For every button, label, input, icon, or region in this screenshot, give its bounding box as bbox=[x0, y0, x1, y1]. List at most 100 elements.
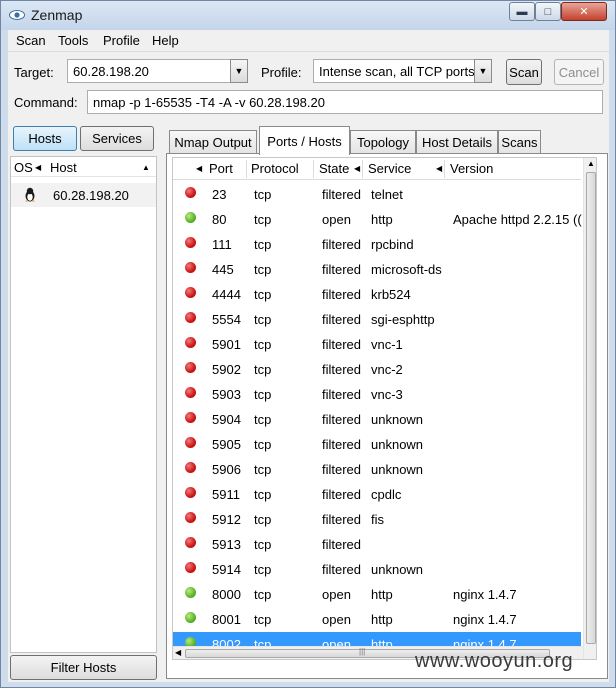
port-row[interactable]: 5911 tcp filtered cpdlc bbox=[173, 482, 581, 507]
command-label: Command: bbox=[14, 95, 78, 110]
filtered-status-icon bbox=[185, 462, 196, 473]
port-cell: 8000 bbox=[212, 587, 241, 602]
tab-scans[interactable]: Scans bbox=[498, 130, 541, 154]
port-column-header[interactable]: Port bbox=[209, 161, 233, 176]
column-divider bbox=[444, 160, 445, 178]
service-cell: vnc-1 bbox=[371, 337, 403, 352]
protocol-cell: tcp bbox=[254, 312, 272, 327]
port-row[interactable]: 80 tcp open http Apache httpd 2.2.15 (( bbox=[173, 207, 582, 232]
tab-nmap-output[interactable]: Nmap Output bbox=[169, 130, 257, 154]
version-cell: Apache httpd 2.2.15 (( bbox=[453, 212, 582, 227]
tab-ports-hosts[interactable]: Ports / Hosts bbox=[259, 126, 350, 155]
port-row[interactable]: 5913 tcp filtered bbox=[173, 532, 581, 557]
scroll-up-arrow-icon[interactable]: ▲ bbox=[587, 159, 595, 168]
filtered-status-icon bbox=[185, 512, 196, 523]
state-cell: filtered bbox=[322, 562, 362, 577]
protocol-cell: tcp bbox=[254, 412, 272, 427]
port-row[interactable]: 111 tcp filtered rpcbind bbox=[173, 232, 581, 257]
service-cell: http bbox=[371, 612, 393, 627]
protocol-cell: tcp bbox=[254, 337, 272, 352]
scroll-left-arrow-icon[interactable]: ◀ bbox=[175, 648, 181, 657]
state-cell: filtered bbox=[322, 362, 362, 377]
zenmap-window: Zenmap ▬ □ ✕ Scan Tools Profile Help Tar… bbox=[0, 0, 616, 688]
service-cell: microsoft-ds bbox=[371, 262, 442, 277]
host-list-item[interactable]: 60.28.198.20 bbox=[11, 183, 156, 207]
hosts-toggle-button[interactable]: Hosts bbox=[13, 126, 77, 151]
port-row[interactable]: 445 tcp filtered microsoft-ds bbox=[173, 257, 581, 282]
state-cell: filtered bbox=[322, 312, 362, 327]
menu-bar: Scan Tools Profile Help bbox=[8, 30, 609, 52]
filter-hosts-button[interactable]: Filter Hosts bbox=[10, 655, 157, 680]
version-cell: nginx 1.4.7 bbox=[453, 612, 517, 627]
service-cell: krb524 bbox=[371, 287, 411, 302]
grip-icon: ||| bbox=[359, 647, 366, 656]
port-row[interactable]: 5904 tcp filtered unknown bbox=[173, 407, 581, 432]
tab-host-details[interactable]: Host Details bbox=[416, 130, 498, 154]
column-divider bbox=[246, 160, 247, 178]
service-cell: unknown bbox=[371, 412, 424, 427]
scan-button[interactable]: Scan bbox=[506, 59, 542, 85]
state-column-header[interactable]: State bbox=[319, 161, 349, 176]
port-cell: 5911 bbox=[212, 487, 240, 502]
cancel-button[interactable]: Cancel bbox=[554, 59, 604, 85]
close-button[interactable]: ✕ bbox=[561, 2, 607, 21]
tab-topology[interactable]: Topology bbox=[350, 130, 416, 154]
state-cell: open bbox=[322, 587, 351, 602]
port-row[interactable]: 5905 tcp filtered unknown bbox=[173, 432, 581, 457]
state-cell: filtered bbox=[322, 287, 362, 302]
port-row[interactable]: 8001 tcp open http nginx 1.4.7 bbox=[173, 607, 581, 632]
menu-profile[interactable]: Profile bbox=[103, 33, 140, 48]
port-row[interactable]: 5912 tcp filtered fis bbox=[173, 507, 581, 532]
filtered-status-icon bbox=[185, 537, 196, 548]
command-input[interactable]: nmap -p 1-65535 -T4 -A -v 60.28.198.20 bbox=[87, 90, 603, 114]
profile-label: Profile: bbox=[261, 65, 302, 80]
port-row[interactable]: 5903 tcp filtered vnc-3 bbox=[173, 382, 581, 407]
port-row[interactable]: 5901 tcp filtered vnc-1 bbox=[173, 332, 581, 357]
protocol-column-header[interactable]: Protocol bbox=[251, 161, 299, 176]
state-cell: filtered bbox=[322, 337, 362, 352]
protocol-cell: tcp bbox=[254, 187, 272, 202]
target-dropdown-button[interactable]: ▼ bbox=[230, 59, 248, 83]
sort-arrow-icon: ◀ bbox=[35, 163, 42, 172]
port-row[interactable]: 5906 tcp filtered unknown bbox=[173, 457, 581, 482]
filtered-status-icon bbox=[185, 412, 196, 423]
vertical-scrollbar[interactable]: ▲ bbox=[583, 158, 596, 659]
state-cell: open bbox=[322, 212, 351, 227]
version-column-header[interactable]: Version bbox=[450, 161, 493, 176]
profile-select[interactable]: Intense scan, all TCP ports bbox=[313, 59, 476, 83]
port-cell: 5903 bbox=[212, 387, 241, 402]
host-list-pane: OS ◀ Host ▲ 60.28.198.20 bbox=[10, 156, 157, 653]
port-row[interactable]: 5914 tcp filtered unknown bbox=[173, 557, 581, 582]
window-title: Zenmap bbox=[31, 7, 83, 23]
service-cell: http bbox=[371, 587, 393, 602]
maximize-button[interactable]: □ bbox=[535, 2, 561, 21]
open-status-icon bbox=[185, 587, 196, 598]
port-row[interactable]: 5554 tcp filtered sgi-esphttp bbox=[173, 307, 581, 332]
port-cell: 5904 bbox=[212, 412, 241, 427]
minimize-button[interactable]: ▬ bbox=[509, 2, 535, 21]
filtered-status-icon bbox=[185, 237, 196, 248]
menu-tools[interactable]: Tools bbox=[58, 33, 88, 48]
state-cell: filtered bbox=[322, 187, 362, 202]
port-row[interactable]: 23 tcp filtered telnet bbox=[173, 182, 581, 207]
service-cell: fis bbox=[371, 512, 384, 527]
profile-dropdown-button[interactable]: ▼ bbox=[474, 59, 492, 83]
port-cell: 111 bbox=[212, 237, 232, 252]
port-row[interactable]: 4444 tcp filtered krb524 bbox=[173, 282, 581, 307]
state-cell: filtered bbox=[322, 412, 362, 427]
vertical-scroll-thumb[interactable] bbox=[586, 172, 596, 644]
services-toggle-button[interactable]: Services bbox=[80, 126, 154, 151]
protocol-cell: tcp bbox=[254, 387, 272, 402]
menu-help[interactable]: Help bbox=[152, 33, 179, 48]
port-row[interactable]: 5902 tcp filtered vnc-2 bbox=[173, 357, 581, 382]
service-column-header[interactable]: Service bbox=[368, 161, 411, 176]
filtered-status-icon bbox=[185, 187, 196, 198]
title-bar: Zenmap ▬ □ ✕ bbox=[1, 1, 615, 30]
target-input[interactable]: 60.28.198.20 bbox=[67, 59, 236, 83]
os-column-header[interactable]: OS bbox=[14, 160, 33, 175]
port-row[interactable]: 8000 tcp open http nginx 1.4.7 bbox=[173, 582, 581, 607]
host-column-header[interactable]: Host bbox=[50, 160, 77, 175]
service-cell: cpdlc bbox=[371, 487, 402, 502]
menu-scan[interactable]: Scan bbox=[16, 33, 46, 48]
port-cell: 5913 bbox=[212, 537, 241, 552]
